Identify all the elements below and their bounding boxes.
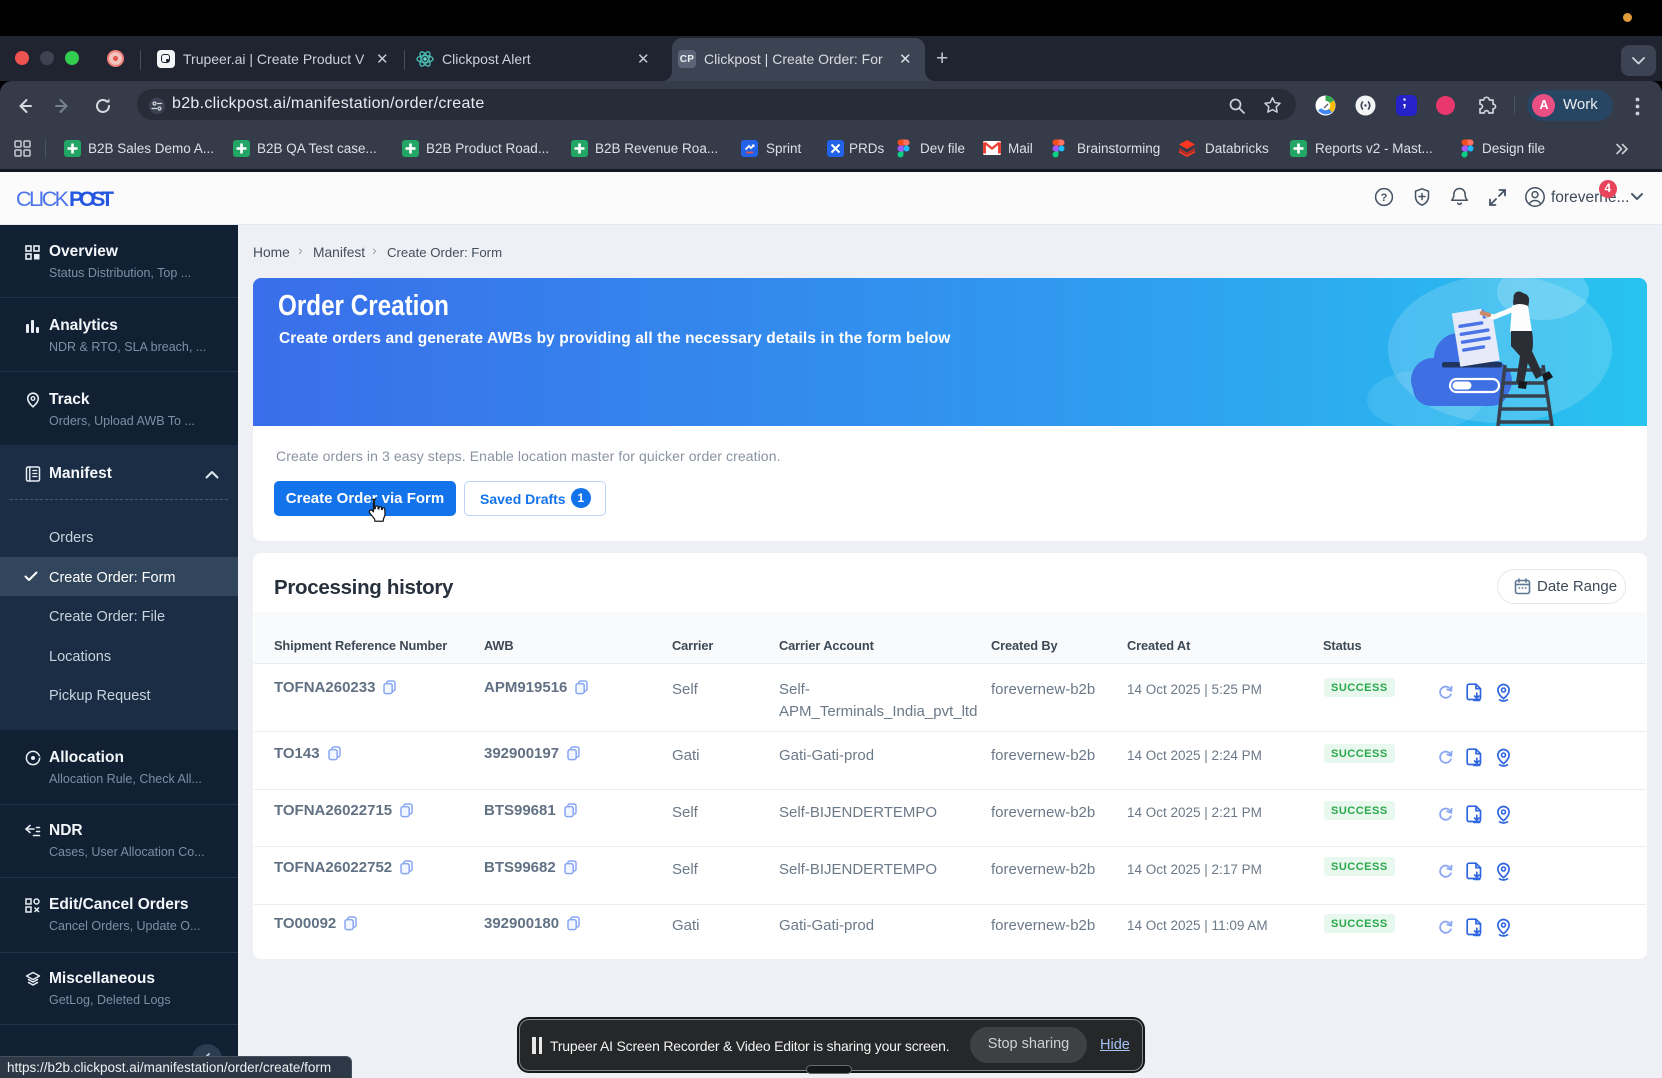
- svg-text:?: ?: [1381, 192, 1388, 204]
- svg-text:CLICK: CLICK: [16, 187, 70, 211]
- svg-text:POST: POST: [69, 187, 114, 211]
- svg-text:Order Creation: Order Creation: [278, 290, 449, 322]
